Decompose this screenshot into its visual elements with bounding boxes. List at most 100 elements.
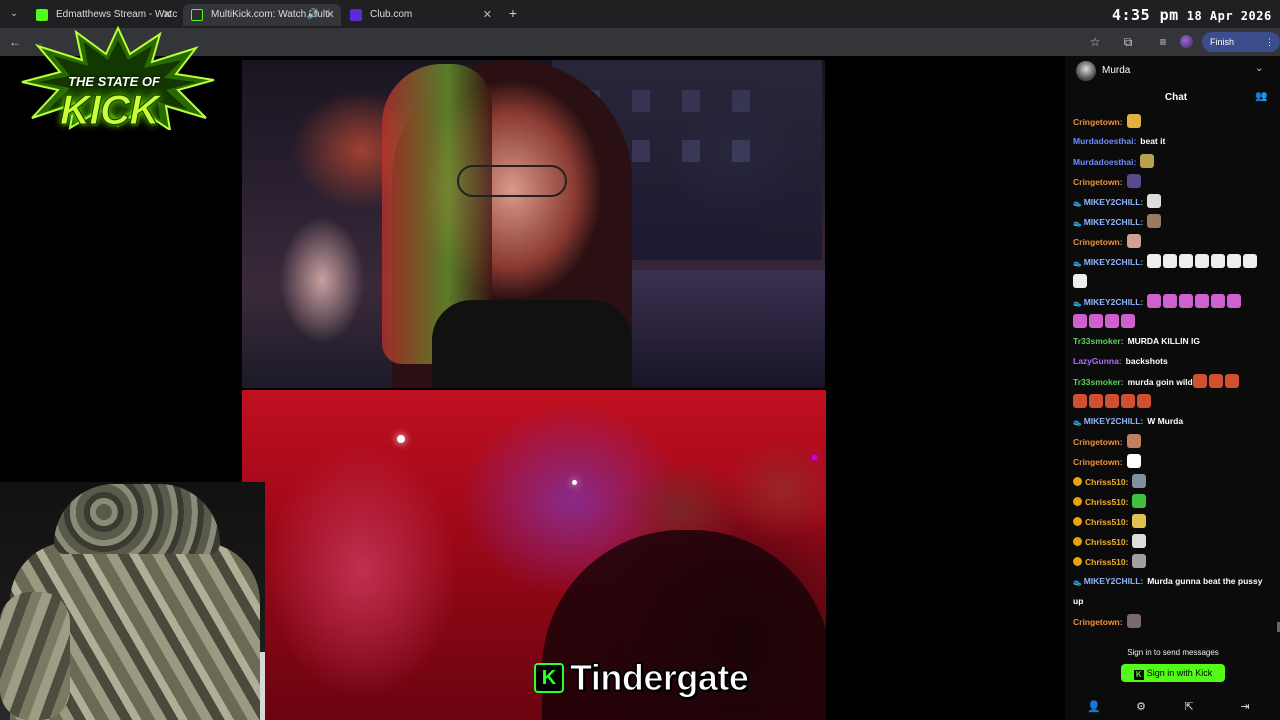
chat-username[interactable]: MIKEY2CHILL: — [1084, 257, 1144, 267]
chat-message: Chriss510: — [1065, 474, 1280, 494]
caption-overlay: K Tindergate — [534, 657, 749, 699]
collapse-chat-icon[interactable]: ⇥ — [1238, 700, 1252, 714]
sneaker-badge-icon: 👟 — [1073, 260, 1082, 267]
chat-message: Murdadoesthai: — [1065, 154, 1280, 174]
emote-icon — [1089, 394, 1103, 408]
sneaker-badge-icon: 👟 — [1073, 419, 1082, 426]
kick-k-icon: K — [1133, 670, 1144, 680]
chat-username[interactable]: Tr33smoker: — [1073, 336, 1124, 346]
shirt-image — [432, 300, 632, 388]
close-icon[interactable]: ✕ — [326, 4, 335, 26]
more-vertical-icon: ⋮ — [1265, 37, 1274, 47]
chat-username[interactable]: MIKEY2CHILL: — [1084, 297, 1144, 307]
chat-message: Chriss510: — [1065, 514, 1280, 534]
close-icon[interactable]: ✕ — [163, 4, 172, 26]
chat-message: up — [1065, 594, 1280, 614]
emote-icon — [1105, 394, 1119, 408]
kick-favicon-icon — [36, 9, 48, 21]
chat-message-text: murda goin wild — [1127, 377, 1193, 387]
emote-icon — [1211, 254, 1226, 268]
chat-username[interactable]: Chriss510: — [1085, 477, 1128, 487]
emote-icon — [1126, 174, 1141, 188]
chat-username[interactable]: Cringetown: — [1073, 177, 1123, 187]
clock-overlay: 4:35 pm 18 Apr 2026 — [1112, 6, 1272, 24]
chat-username[interactable]: MIKEY2CHILL: — [1084, 416, 1144, 426]
browser-tab-bar: ⌄ Edmatthews Stream - Watch Li ✕ MultiKi… — [0, 0, 1280, 28]
emote-icon — [1224, 374, 1239, 388]
chat-message: Chriss510: — [1065, 494, 1280, 514]
new-tab-plus-icon[interactable]: + — [505, 5, 521, 21]
sneaker-badge-icon: 👟 — [1073, 200, 1082, 207]
coin-badge-icon — [1073, 497, 1082, 506]
emote-icon — [1126, 234, 1141, 248]
bookmark-star-icon[interactable]: ☆ — [1087, 34, 1103, 50]
chat-username[interactable]: LazyGunna: — [1073, 356, 1122, 366]
close-icon[interactable]: ✕ — [483, 4, 492, 26]
tab-multikick[interactable]: MultiKick.com: Watch Multi 🔊 ✕ — [183, 4, 341, 26]
chat-message: Tr33smoker: murda goin wild — [1065, 374, 1280, 394]
chat-username[interactable]: MIKEY2CHILL: — [1084, 197, 1144, 207]
chat-username[interactable]: Tr33smoker: — [1073, 377, 1124, 387]
signin-with-kick-button[interactable]: K Sign in with Kick — [1121, 664, 1225, 682]
emote-icon — [1147, 214, 1162, 228]
chat-username[interactable]: Chriss510: — [1085, 517, 1128, 527]
finish-update-button[interactable]: Finish update ⋮ — [1202, 32, 1280, 67]
chat-message-text: up — [1073, 596, 1084, 606]
chat-username[interactable]: Cringetown: — [1073, 237, 1123, 247]
emote-icon — [1140, 154, 1155, 168]
webcam-overlay — [0, 482, 265, 720]
stream-video-top[interactable] — [242, 60, 825, 388]
arm-image — [0, 592, 70, 720]
tab-title: Edmatthews Stream - Watch Li — [56, 9, 178, 20]
emote-icon — [1192, 374, 1207, 388]
chat-username[interactable]: Chriss510: — [1085, 557, 1128, 567]
add-user-icon[interactable]: 👤 — [1087, 700, 1101, 714]
emote-icon — [1147, 254, 1162, 268]
tab-club[interactable]: Club.com ✕ — [342, 4, 498, 26]
chat-message: Chriss510: — [1065, 554, 1280, 574]
chat-username[interactable]: Chriss510: — [1085, 497, 1128, 507]
chat-message — [1065, 314, 1280, 334]
chevron-down-icon[interactable]: ⌄ — [1255, 63, 1263, 74]
emote-icon — [1073, 274, 1087, 288]
chat-channel-selector[interactable]: Murda ⌄ — [1065, 56, 1280, 86]
media-controls-icon[interactable]: ≡ — [1155, 34, 1171, 50]
chat-message: 👟 MIKEY2CHILL: W Murda — [1065, 414, 1280, 434]
extensions-puzzle-icon[interactable]: ⧉ — [1120, 34, 1136, 50]
speaker-icon[interactable]: 🔊 — [307, 4, 319, 26]
emote-icon — [1208, 374, 1223, 388]
gear-icon[interactable]: ⚙ — [1134, 700, 1148, 714]
chat-message — [1065, 394, 1280, 414]
chat-username[interactable]: Cringetown: — [1073, 117, 1123, 127]
chat-username[interactable]: Cringetown: — [1073, 437, 1123, 447]
chat-message: LazyGunna: backshots — [1065, 354, 1280, 374]
chat-username[interactable]: Murdadoesthai: — [1073, 157, 1136, 167]
kick-k-icon: K — [534, 663, 564, 693]
emote-icon — [1105, 314, 1119, 328]
emote-icon — [1147, 194, 1162, 208]
tab-edmatthews[interactable]: Edmatthews Stream - Watch Li ✕ — [28, 4, 178, 26]
emote-icon — [1195, 294, 1210, 308]
chat-username[interactable]: Cringetown: — [1073, 457, 1123, 467]
emote-icon — [1163, 254, 1178, 268]
chat-username[interactable]: Cringetown: — [1073, 617, 1123, 627]
users-icon[interactable]: 👥 — [1255, 91, 1269, 105]
chat-username[interactable]: Murdadoesthai: — [1073, 136, 1136, 146]
emote-icon — [1073, 314, 1087, 328]
chat-username[interactable]: Chriss510: — [1085, 537, 1128, 547]
chat-username[interactable]: MIKEY2CHILL: — [1084, 217, 1144, 227]
chat-message: 👟 MIKEY2CHILL: — [1065, 194, 1280, 214]
state-of-kick-logo: THE STATE OF KICK — [20, 26, 216, 134]
channel-avatar — [1076, 61, 1096, 81]
chat-username[interactable]: MIKEY2CHILL: — [1084, 576, 1144, 586]
emote-icon — [1132, 554, 1147, 568]
emote-icon — [1132, 534, 1147, 548]
profile-avatar-icon[interactable] — [1180, 35, 1193, 48]
coin-badge-icon — [1073, 477, 1082, 486]
tab-search-icon[interactable]: ⌄ — [6, 6, 22, 22]
club-light — [397, 435, 405, 443]
emote-icon — [1211, 294, 1226, 308]
chat-message-list: Cringetown: Murdadoesthai: beat it Murdadoe… — [1065, 114, 1280, 634]
popout-icon[interactable]: ⇱ — [1182, 700, 1196, 714]
coin-badge-icon — [1073, 557, 1082, 566]
